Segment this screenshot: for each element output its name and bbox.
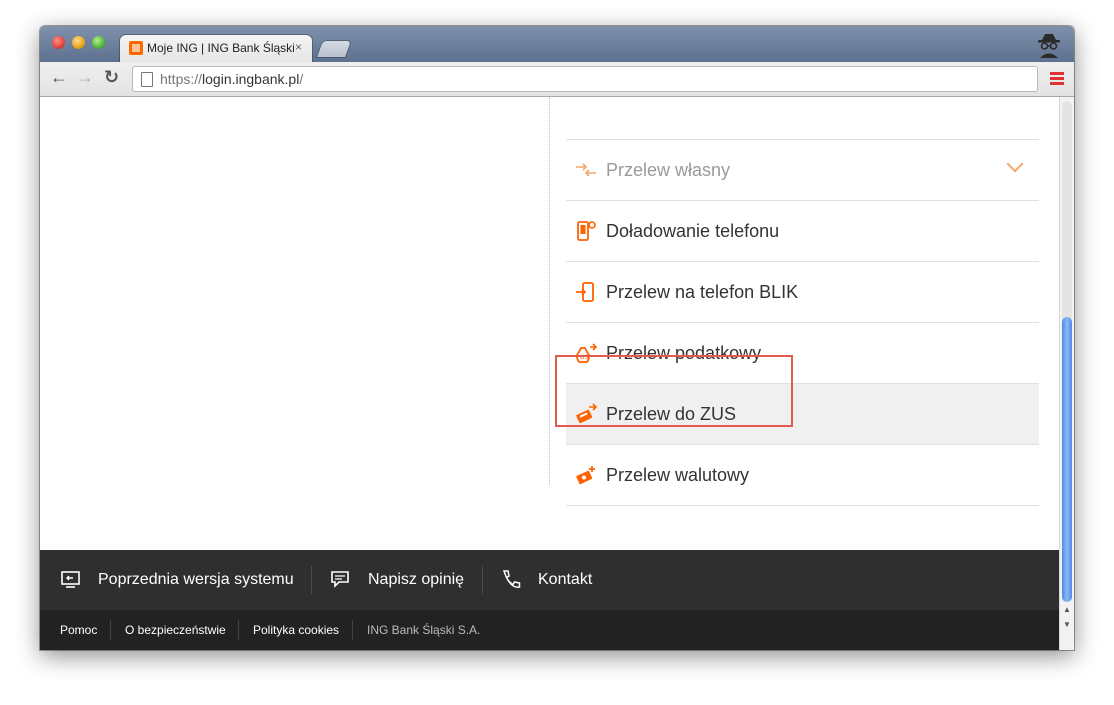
browser-window: Moje ING | ING Bank Śląski × ← → ↻ https… (40, 26, 1074, 650)
browser-menu-icon[interactable] (1050, 72, 1064, 85)
previous-version-link[interactable]: Poprzednia wersja systemu (60, 550, 294, 610)
menu-item-label: Przelew walutowy (606, 464, 750, 485)
url-host: login.ingbank.pl (202, 71, 300, 87)
menu-item-label: Przelew własny (606, 159, 731, 180)
page-content: Przelew własny Doładowanie telefonu Prze… (40, 97, 1059, 650)
menu-item-przelew-wlasny[interactable]: Przelew własny (566, 140, 1039, 201)
tab-close-icon[interactable]: × (295, 40, 302, 54)
help-link[interactable]: Pomoc (60, 610, 97, 650)
footer-divider (482, 566, 483, 594)
column-divider (549, 97, 550, 485)
scroll-thumb[interactable] (1062, 317, 1072, 602)
footer-divider (352, 620, 353, 640)
svg-text:US: US (580, 354, 588, 361)
url-text[interactable]: https://login.ingbank.pl/ (160, 71, 303, 87)
security-link[interactable]: O bezpieczeństwie (125, 610, 226, 650)
new-tab-button[interactable] (317, 41, 351, 57)
footer-legal: Pomoc O bezpieczeństwie Polityka cookies… (40, 610, 1059, 650)
scroll-down-icon[interactable]: ▼ (1063, 620, 1071, 629)
incognito-icon (1038, 34, 1060, 58)
currency-transfer-icon (576, 466, 595, 485)
minimize-window-button[interactable] (72, 36, 85, 49)
menu-item-label: Przelew do ZUS (606, 403, 737, 424)
tax-bag-icon: US (576, 343, 598, 363)
monitor-icon (61, 571, 80, 588)
transfer-menu: Przelew własny Doładowanie telefonu Prze… (566, 97, 1039, 506)
ing-favicon-icon (129, 41, 143, 55)
url-path: / (299, 71, 304, 87)
chat-icon (331, 571, 349, 588)
chevron-down-icon[interactable] (1006, 155, 1024, 173)
forward-arrow-icon[interactable]: → (76, 67, 94, 88)
browser-toolbar: ← → ↻ https://login.ingbank.pl/ (40, 62, 1074, 97)
footer-divider (238, 620, 239, 640)
arrows-exchange-icon (576, 163, 596, 177)
menu-item-label: Doładowanie telefonu (606, 220, 780, 241)
close-window-button[interactable] (52, 36, 65, 49)
scroll-up-icon[interactable]: ▲ (1063, 605, 1071, 614)
zus-transfer-icon (576, 403, 598, 424)
menu-item-label: Przelew podatkowy (606, 342, 762, 363)
cookies-link[interactable]: Polityka cookies (253, 610, 339, 650)
back-arrow-icon[interactable]: ← (50, 67, 68, 88)
contact-label: Kontakt (538, 571, 593, 588)
footer-divider (110, 620, 111, 640)
phone-blik-icon (576, 282, 594, 302)
footer-divider (311, 566, 312, 594)
address-bar[interactable]: https://login.ingbank.pl/ (132, 66, 1038, 92)
menu-item-podatkowy[interactable]: US Przelew podatkowy (566, 323, 1039, 384)
contact-link[interactable]: Kontakt (500, 550, 592, 610)
title-bar: Moje ING | ING Bank Śląski × (40, 26, 1074, 62)
previous-version-label: Poprzednia wersja systemu (98, 571, 294, 588)
url-scheme: https:// (160, 71, 203, 87)
phone-icon (502, 570, 521, 588)
phone-topup-icon (577, 221, 596, 241)
menu-item-partial (566, 97, 1039, 140)
copyright-text: ING Bank Śląski S.A. (367, 623, 481, 637)
browser-tab[interactable]: Moje ING | ING Bank Śląski × (120, 35, 312, 62)
zoom-window-button[interactable] (92, 36, 105, 49)
feedback-link[interactable]: Napisz opinię (330, 550, 464, 610)
tab-title: Moje ING | ING Bank Śląski (147, 41, 295, 55)
vertical-scrollbar[interactable]: ▲ ▼ (1059, 97, 1074, 650)
menu-item-doladowanie[interactable]: Doładowanie telefonu (566, 201, 1039, 262)
footer-links: Poprzednia wersja systemu Napisz opinię … (40, 550, 1059, 610)
feedback-label: Napisz opinię (368, 571, 465, 588)
menu-item-blik[interactable]: Przelew na telefon BLIK (566, 262, 1039, 323)
menu-item-zus[interactable]: Przelew do ZUS (566, 384, 1039, 445)
page-icon (141, 72, 153, 87)
menu-item-label: Przelew na telefon BLIK (606, 281, 799, 302)
reload-icon[interactable]: ↻ (104, 67, 119, 88)
menu-item-walutowy[interactable]: Przelew walutowy (566, 445, 1039, 506)
